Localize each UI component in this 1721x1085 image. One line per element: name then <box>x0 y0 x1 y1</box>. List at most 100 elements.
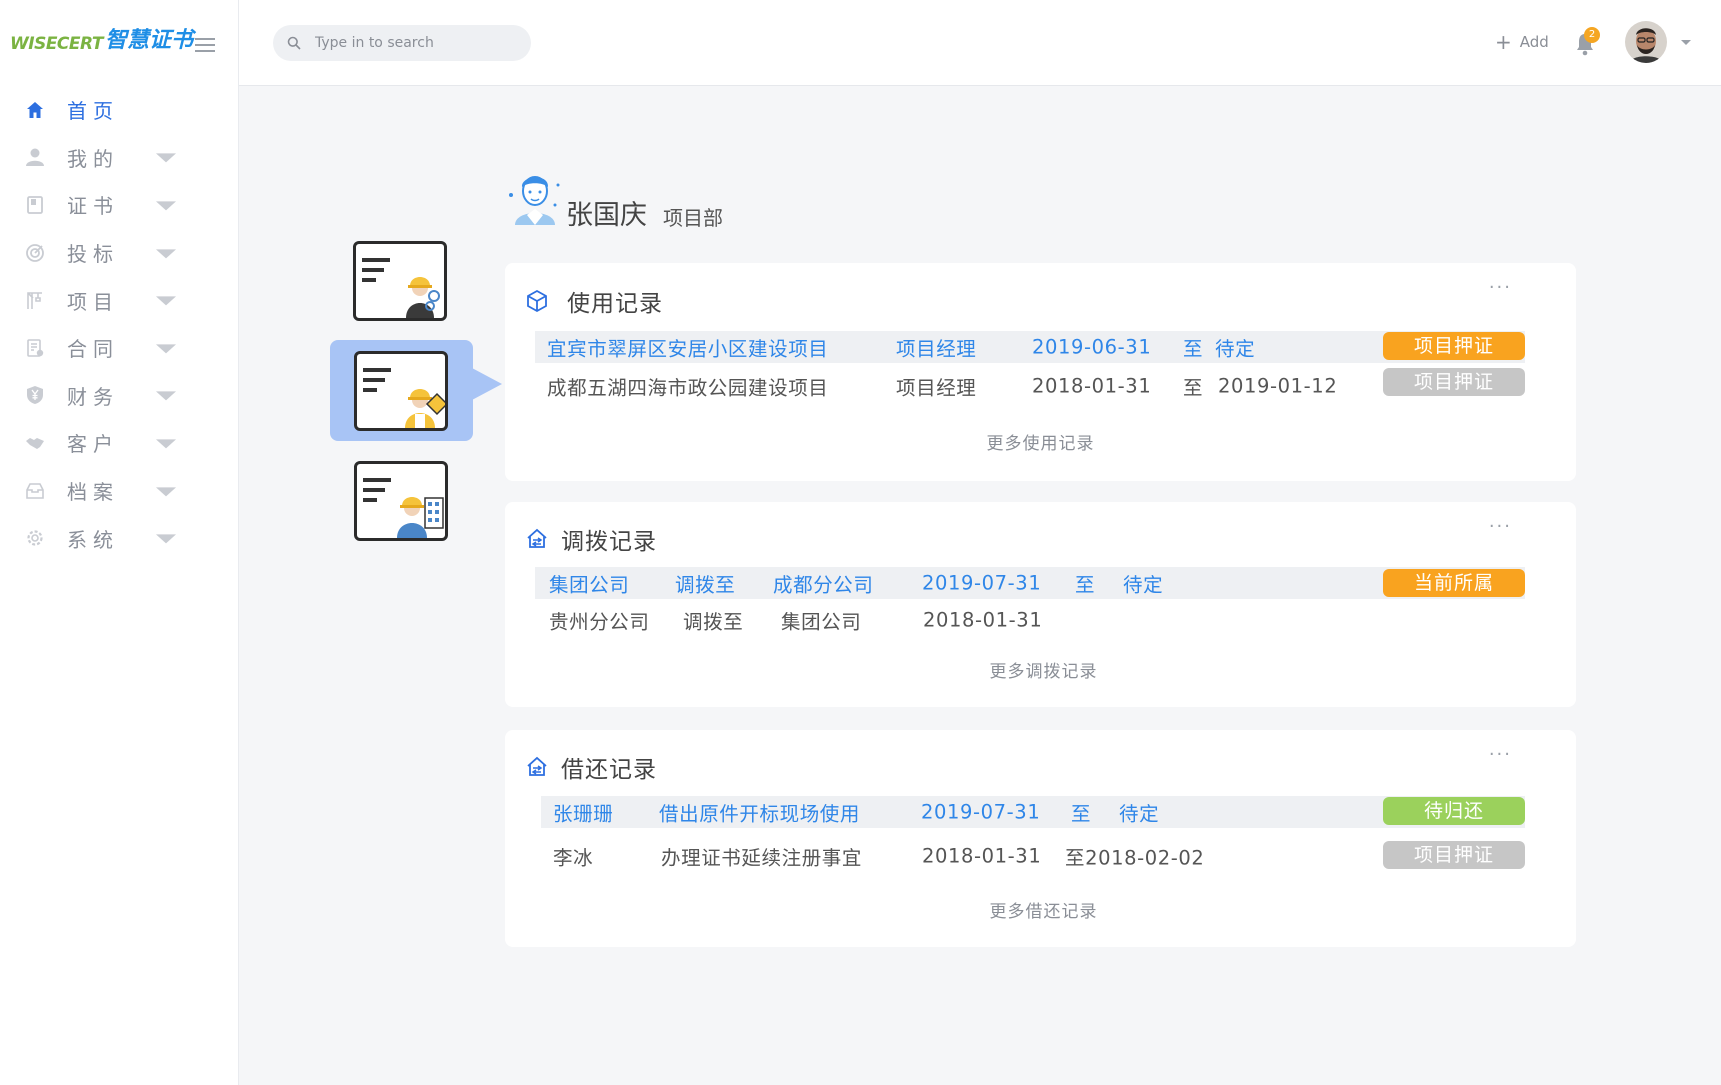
search-input[interactable] <box>313 34 517 52</box>
add-button-label: Add <box>1519 33 1549 51</box>
chevron-down-icon[interactable] <box>156 296 176 306</box>
sidebar-item-customer[interactable]: 客户 <box>0 419 238 467</box>
crane-icon <box>27 292 42 310</box>
start-date: 2019-07-31 <box>921 800 1041 824</box>
chevron-down-icon[interactable] <box>156 486 176 496</box>
sidebar-item-label: 档案 <box>67 480 119 505</box>
more-options-icon[interactable]: ··· <box>1489 277 1512 298</box>
hamburger-menu-icon[interactable] <box>195 38 215 52</box>
builder-cert-icon <box>363 478 444 538</box>
table-row[interactable]: 成都五湖四海市政公园建设项目 项目经理 2018-01-31 至 2019-01… <box>535 370 1525 402</box>
sidebar-item-certificate[interactable]: 证书 <box>0 181 238 229</box>
end-date: 2019-01-12 <box>1218 374 1338 398</box>
table-row[interactable]: 张珊珊 借出原件开标现场使用 2019-07-31 至 待定 <box>541 796 1525 828</box>
cert-thumb-engineer[interactable] <box>353 241 447 321</box>
status-badge[interactable]: 项目押证 <box>1383 841 1525 869</box>
chevron-down-icon[interactable] <box>156 248 176 258</box>
cert-thumb-builder[interactable] <box>354 461 448 541</box>
certificate-icon <box>27 196 43 214</box>
engineer-cert-icon <box>362 258 440 318</box>
start-date: 2018-01-31 <box>922 844 1042 868</box>
sidebar-item-mine[interactable]: 我的 <box>0 134 238 182</box>
cert-thumb-safety[interactable] <box>354 351 448 431</box>
safety-cert-icon <box>363 368 445 428</box>
table-row[interactable]: 集团公司 调拨至 成都分公司 2019-07-31 至 待定 <box>535 567 1525 599</box>
sidebar-item-label: 合同 <box>67 337 119 362</box>
date-separator: 至 <box>1071 802 1092 826</box>
contract-icon <box>27 338 44 357</box>
sidebar-item-label: 项目 <box>67 289 119 314</box>
add-button[interactable]: + Add <box>1495 32 1549 52</box>
sidebar-item-contract[interactable]: 合同 <box>0 324 238 372</box>
sidebar-item-archive[interactable]: 档案 <box>0 467 238 515</box>
sidebar-item-system[interactable]: 系统 <box>0 514 238 562</box>
target-icon <box>26 243 44 262</box>
search-icon <box>287 36 301 50</box>
end-date: 待定 <box>1123 573 1164 597</box>
sidebar-item-label: 证书 <box>67 194 119 219</box>
sidebar-item-label: 我的 <box>67 146 119 171</box>
sidebar-item-label: 系统 <box>67 527 119 552</box>
avatar[interactable] <box>1625 21 1667 63</box>
status-badge[interactable]: 项目押证 <box>1383 368 1525 396</box>
selection-pointer <box>472 368 502 400</box>
plus-icon: + <box>1495 30 1512 54</box>
status-badge[interactable]: 当前所属 <box>1383 569 1525 597</box>
sidebar-item-label: 客户 <box>67 432 119 457</box>
chevron-down-icon[interactable] <box>156 201 176 211</box>
transfer-action: 调拨至 <box>675 573 736 597</box>
more-borrow-link[interactable]: 更多借还记录 <box>508 897 1579 922</box>
chevron-down-icon[interactable] <box>156 153 176 163</box>
transfer-action: 调拨至 <box>683 610 744 634</box>
person-department: 项目部 <box>663 206 723 230</box>
chevron-down-icon[interactable] <box>156 391 176 401</box>
transfer-from: 贵州分公司 <box>549 610 650 634</box>
borrow-return-icon <box>527 756 547 776</box>
card-title: 调拨记录 <box>561 529 657 555</box>
yen-shield-icon <box>27 386 43 405</box>
brand-logo[interactable]: WISECERT 智慧证书 <box>10 24 193 54</box>
status-badge[interactable]: 待归还 <box>1383 797 1525 825</box>
person-avatar-icon <box>509 176 560 225</box>
sidebar-item-label: 首页 <box>67 99 119 124</box>
logo-text-en: WISECERT <box>10 34 103 54</box>
more-options-icon[interactable]: ··· <box>1489 744 1512 765</box>
user-menu-chevron-icon[interactable] <box>1681 40 1691 45</box>
usage-record-card: ··· 使用记录 宜宾市翠屏区安居小区建设项目 项目经理 2019-06-31 … <box>505 263 1576 481</box>
role: 项目经理 <box>896 376 977 400</box>
borrower: 张珊珊 <box>553 802 614 826</box>
sidebar-item-project[interactable]: 项目 <box>0 276 238 324</box>
more-usage-link[interactable]: 更多使用记录 <box>505 429 1576 454</box>
logo-text-cn: 智慧证书 <box>104 28 193 53</box>
archive-icon <box>26 482 44 499</box>
more-transfer-link[interactable]: 更多调拨记录 <box>508 657 1579 682</box>
table-row[interactable]: 李冰 办理证书延续注册事宜 2018-01-31 至2018-02-02 <box>541 840 1525 872</box>
transfer-date: 2019-07-31 <box>922 571 1042 595</box>
date-separator: 至 <box>1183 376 1204 400</box>
transfer-from: 集团公司 <box>549 573 630 597</box>
search-box[interactable] <box>273 25 531 61</box>
date-separator: 至 <box>1075 573 1096 597</box>
table-row[interactable]: 贵州分公司 调拨至 集团公司 2018-01-31 <box>535 604 1525 636</box>
sidebar-nav: 首页 我的 证书 投标 项目 合同 财务 客户 档案 系统 <box>0 86 238 562</box>
more-options-icon[interactable]: ··· <box>1489 516 1512 537</box>
project-name[interactable]: 成都五湖四海市政公园建设项目 <box>547 372 828 401</box>
borrower: 李冰 <box>553 846 594 870</box>
transfer-icon <box>527 528 547 548</box>
end-date: 待定 <box>1215 337 1256 361</box>
sidebar-item-bidding[interactable]: 投标 <box>0 229 238 277</box>
project-name[interactable]: 宜宾市翠屏区安居小区建设项目 <box>547 333 828 362</box>
status-badge[interactable]: 项目押证 <box>1383 332 1525 360</box>
table-row[interactable]: 宜宾市翠屏区安居小区建设项目 项目经理 2019-06-31 至 待定 <box>535 331 1525 363</box>
borrow-purpose: 借出原件开标现场使用 <box>659 802 861 826</box>
sidebar-item-finance[interactable]: 财务 <box>0 372 238 420</box>
top-header: + Add 2 <box>239 0 1721 86</box>
end-date: 待定 <box>1119 802 1160 826</box>
transfer-to: 成都分公司 <box>773 573 874 597</box>
chevron-down-icon[interactable] <box>156 439 176 449</box>
chevron-down-icon[interactable] <box>156 344 176 354</box>
chevron-down-icon[interactable] <box>156 534 176 544</box>
person-name: 张国庆 <box>566 200 647 231</box>
sidebar-item-home[interactable]: 首页 <box>0 86 238 134</box>
transfer-date: 2018-01-31 <box>923 608 1043 632</box>
